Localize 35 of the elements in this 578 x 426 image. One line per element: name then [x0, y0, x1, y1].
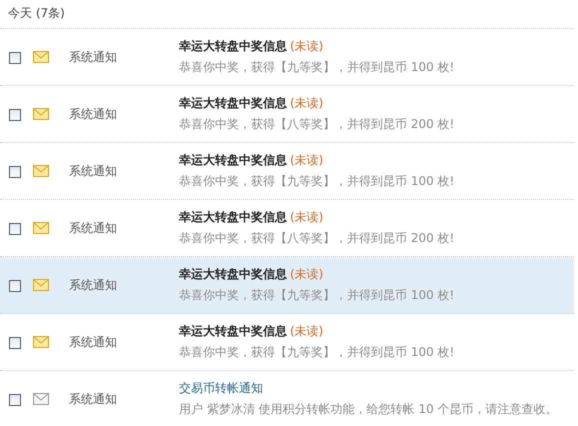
sender-label: 系统通知	[69, 220, 118, 236]
checkbox[interactable]	[9, 337, 21, 349]
message-title[interactable]: 幸运大转盘中奖信息	[179, 38, 287, 55]
message-title[interactable]: 幸运大转盘中奖信息	[179, 95, 287, 112]
unread-tag: (未读)	[290, 266, 324, 283]
checkbox[interactable]	[9, 52, 21, 64]
checkbox[interactable]	[9, 166, 21, 178]
message-preview: 恭喜你中奖，获得【九等奖】，并得到昆币 100 枚!	[179, 344, 456, 361]
message-title[interactable]: 幸运大转盘中奖信息	[179, 266, 287, 283]
checkbox[interactable]	[9, 223, 21, 235]
sender-label: 系统通知	[69, 276, 118, 294]
message-preview: 恭喜你中奖，获得【八等奖】，并得到昆币 200 枚!	[179, 116, 456, 133]
message-preview: 恭喜你中奖，获得【九等奖】，并得到昆币 100 枚!	[179, 287, 456, 304]
message-preview: 恭喜你中奖，获得【八等奖】，并得到昆币 200 枚!	[179, 230, 456, 247]
message-title[interactable]: 幸运大转盘中奖信息	[179, 152, 287, 169]
sender-label: 系统通知	[69, 48, 118, 66]
message-preview: 恭喜你中奖，获得【九等奖】，并得到昆币 100 枚!	[179, 59, 456, 76]
unread-tag: (未读)	[290, 209, 324, 226]
sender-label: 系统通知	[69, 390, 118, 408]
checkbox[interactable]	[9, 280, 21, 292]
checkbox[interactable]	[9, 394, 21, 406]
unread-tag: (未读)	[290, 95, 324, 112]
message-title[interactable]: 幸运大转盘中奖信息	[179, 323, 287, 340]
sender-label: 系统通知	[69, 334, 118, 350]
unread-tag: (未读)	[290, 323, 324, 340]
message-preview: 用户 紫梦冰清 使用积分转帐功能，给您转帐 10 个昆币，请注意查收。	[179, 401, 559, 418]
sender-label: 系统通知	[69, 106, 118, 122]
message-title[interactable]: 交易币转帐通知	[179, 380, 263, 397]
message-preview: 恭喜你中奖，获得【九等奖】，并得到昆币 100 枚!	[179, 173, 456, 190]
checkbox[interactable]	[9, 109, 21, 121]
sender-label: 系统通知	[69, 162, 118, 180]
message-row[interactable]: 系统通知 幸运大转盘中奖信息 (未读) 恭喜你中奖，获得【九等奖】，并得到昆币 100 枚!	[0, 257, 574, 314]
unread-tag: (未读)	[290, 152, 324, 169]
message-title[interactable]: 幸运大转盘中奖信息	[179, 209, 287, 226]
unread-tag: (未读)	[290, 38, 324, 55]
